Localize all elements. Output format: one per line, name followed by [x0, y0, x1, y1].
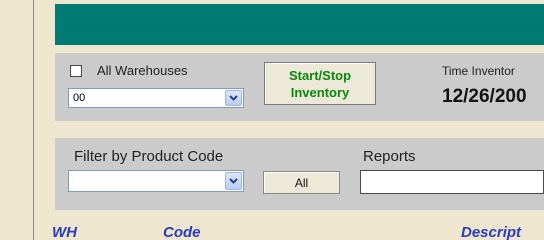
reports-field[interactable]	[360, 170, 544, 194]
warehouse-dropdown-button[interactable]	[225, 90, 242, 106]
time-inventory-label: Time Inventor	[442, 64, 515, 78]
chevron-down-icon	[229, 178, 238, 184]
product-code-dropdown-button[interactable]	[225, 172, 242, 190]
header-banner	[55, 4, 544, 45]
column-header-description[interactable]: Descript	[461, 224, 544, 240]
filter-product-code-label: Filter by Product Code	[74, 148, 224, 165]
start-stop-inventory-button[interactable]: Start/Stop Inventory	[264, 62, 376, 105]
column-header-wh[interactable]: WH	[52, 224, 77, 240]
all-products-button[interactable]: All	[263, 171, 340, 194]
warehouse-select-value: 00	[73, 92, 86, 104]
start-stop-label-line1: Start/Stop	[288, 67, 352, 83]
all-warehouses-checkbox[interactable]	[70, 65, 82, 77]
reports-label: Reports	[363, 148, 416, 165]
product-code-filter-select[interactable]	[68, 170, 244, 192]
left-border-line	[33, 0, 34, 240]
chevron-down-icon	[229, 95, 238, 101]
column-header-code[interactable]: Code	[163, 224, 201, 240]
time-inventory-value: 12/26/200	[442, 86, 527, 107]
start-stop-label-line2: Inventory	[290, 84, 350, 100]
all-warehouses-label: All Warehouses	[97, 63, 188, 78]
warehouse-select[interactable]: 00	[68, 88, 244, 108]
